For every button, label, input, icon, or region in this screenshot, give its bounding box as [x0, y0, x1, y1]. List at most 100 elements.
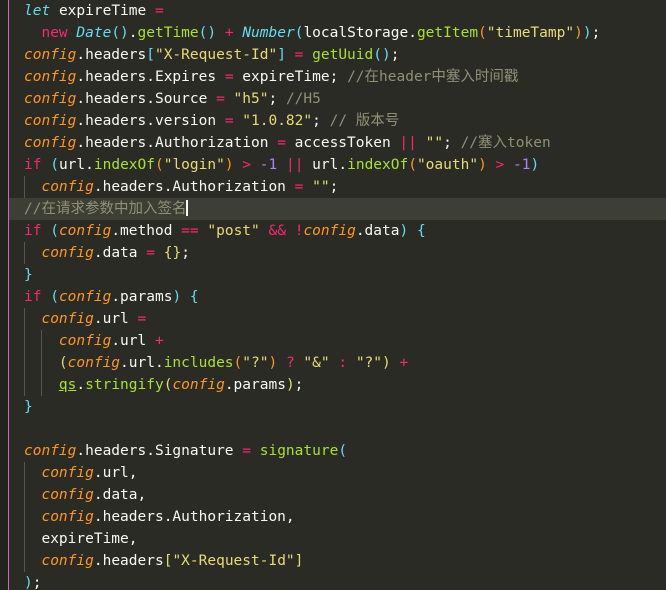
code-token: config: [58, 223, 112, 239]
code-token: .headers.Authorization: [76, 135, 269, 151]
code-line[interactable]: let expireTime =: [0, 0, 666, 22]
code-token: .headers.Signature: [76, 443, 234, 459]
code-token: "oauth": [416, 157, 479, 173]
code-token: ;: [32, 575, 42, 590]
code-token: .headers: [76, 47, 147, 63]
code-token: config: [303, 223, 356, 239]
code-content-area[interactable]: let expireTime = new Date().getTime() + …: [0, 0, 666, 590]
code-line[interactable]: expireTime,: [0, 528, 666, 550]
code-token: =: [242, 443, 251, 459]
code-line[interactable]: config.data = {};: [0, 242, 666, 264]
code-token: ,: [285, 509, 295, 525]
code-token: ): [530, 157, 540, 173]
code-line[interactable]: config.headers.Signature = signature(: [0, 440, 666, 462]
code-line[interactable]: config.headers["X-Request-Id"] = getUuid…: [0, 44, 666, 66]
indent-guide: [24, 374, 25, 396]
code-line[interactable]: config.headers.Authorization = "";: [0, 176, 666, 198]
code-token: ==: [181, 223, 199, 239]
code-token: ): [24, 575, 33, 590]
code-token: indexOf: [93, 157, 155, 173]
indent-guide: [41, 330, 43, 352]
code-line[interactable]: config.headers.Authorization = accessTok…: [0, 132, 666, 154]
code-token: //H5: [285, 91, 321, 107]
code-token: //在header中塞入时间戳: [347, 69, 519, 85]
code-token: .data: [93, 487, 138, 503]
code-token: if: [24, 289, 42, 305]
vertical-marker-line: [8, 0, 9, 590]
indent-guide: [24, 528, 25, 550]
code-line[interactable]: (config.url.includes("?") ? "&" : "?") +: [0, 352, 666, 374]
code-token: config: [24, 69, 77, 85]
code-line[interactable]: config.headers.Source = "h5"; //H5: [0, 88, 666, 110]
code-token: .headers.Source: [76, 91, 208, 107]
code-token: ): [478, 157, 487, 173]
code-token: (: [50, 289, 59, 305]
code-line[interactable]: config.headers.Authorization,: [0, 506, 666, 528]
code-token: [: [146, 47, 155, 63]
code-line[interactable]: config.data,: [0, 484, 666, 506]
code-token: (: [50, 223, 59, 239]
code-token: "&": [303, 355, 330, 371]
code-line[interactable]: qs.stringify(config.params);: [0, 374, 666, 396]
code-token: (): [198, 25, 217, 41]
code-token: config: [24, 443, 77, 459]
code-token: ): [399, 223, 409, 239]
code-token: ;: [181, 245, 190, 261]
code-token: ;: [268, 91, 286, 107]
code-token: // 版本号: [329, 113, 400, 129]
code-token: Number: [242, 25, 295, 41]
code-token: ;: [390, 47, 400, 63]
indent-guide: [41, 352, 43, 374]
code-token: expireTime: [58, 3, 147, 19]
code-line[interactable]: if (config.method == "post" && !config.d…: [0, 220, 666, 242]
code-line[interactable]: config.url =: [0, 308, 666, 330]
code-line[interactable]: new Date().getTime() + Number(localStora…: [0, 22, 666, 44]
code-token: config: [41, 509, 94, 525]
code-line[interactable]: config.headers.Expires = expireTime; //在…: [0, 66, 666, 88]
code-line[interactable]: config.url,: [0, 462, 666, 484]
code-token: .url: [93, 311, 129, 327]
code-line[interactable]: }: [0, 396, 666, 418]
code-token: qs: [58, 377, 77, 393]
indent-guide: [24, 484, 25, 506]
code-line[interactable]: [0, 418, 666, 440]
code-token: .data: [355, 223, 400, 239]
code-line[interactable]: if (config.params) {: [0, 286, 666, 308]
indent-guide: [24, 242, 25, 264]
code-token: =: [146, 245, 155, 261]
code-editor[interactable]: let expireTime = new Date().getTime() + …: [0, 0, 666, 590]
code-line[interactable]: //在请求参数中加入签名: [0, 198, 666, 220]
code-token: ]: [277, 47, 286, 63]
code-line[interactable]: config.headers["X-Request-Id"]: [0, 550, 666, 572]
code-line[interactable]: }: [0, 264, 666, 286]
code-token: ): [382, 355, 391, 371]
code-token: .: [128, 25, 138, 41]
code-line[interactable]: );: [0, 572, 666, 590]
code-line[interactable]: config.url +: [0, 330, 666, 352]
indent-guide: [24, 550, 25, 572]
code-token: "X-Request-Id": [154, 47, 278, 63]
indent-guide: [24, 330, 25, 352]
code-line[interactable]: config.headers.version = "1.0.82"; // 版本…: [0, 110, 666, 132]
code-token: new: [41, 25, 68, 41]
code-token: config: [58, 289, 112, 305]
code-line[interactable]: if (url.indexOf("login") > -1 || url.ind…: [0, 154, 666, 176]
code-token: ,: [137, 487, 147, 503]
code-token: +: [154, 333, 164, 349]
code-token: ;: [443, 135, 461, 151]
code-token: .: [85, 157, 94, 173]
code-token: config: [41, 487, 94, 503]
code-token: =: [137, 311, 147, 327]
code-token: >: [242, 157, 252, 173]
code-token: .method: [111, 223, 173, 239]
